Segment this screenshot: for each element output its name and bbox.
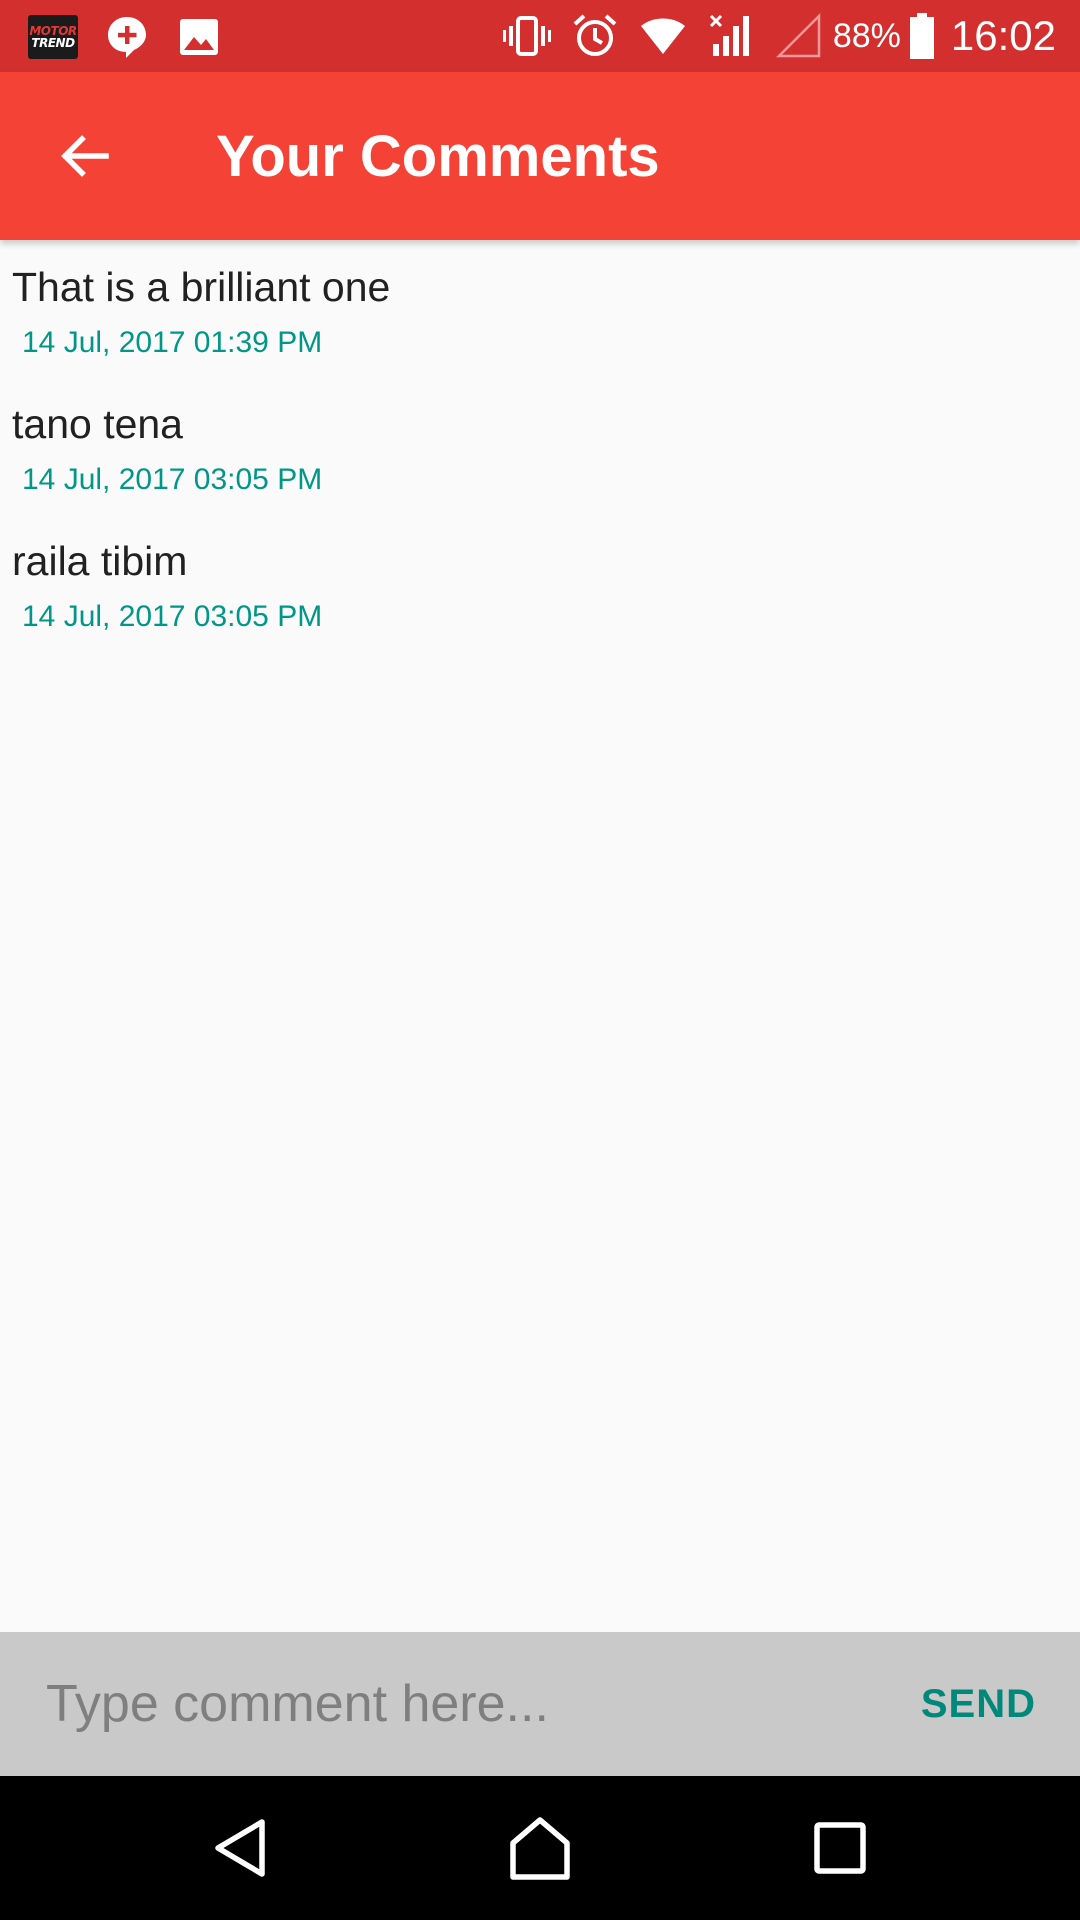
nav-home-button[interactable] <box>490 1798 590 1898</box>
battery-icon <box>909 13 934 59</box>
comment-item[interactable]: That is a brilliant one 14 Jul, 2017 01:… <box>0 240 1080 377</box>
app-bar: Your Comments <box>0 72 1080 240</box>
status-bar: MOTOR TREND 88% 16:02 <box>0 0 1080 72</box>
comment-date: 14 Jul, 2017 01:39 PM <box>22 326 323 359</box>
no-sim-signal-icon <box>775 12 821 58</box>
cell-signal-icon <box>709 14 749 56</box>
battery-percent: 88% <box>832 16 901 55</box>
image-icon <box>180 19 218 55</box>
comment-text: That is a brilliant one <box>12 264 391 310</box>
back-triangle-icon <box>215 1819 265 1877</box>
comment-item[interactable]: tano tena 14 Jul, 2017 03:05 PM <box>0 377 1080 514</box>
comment-date: 14 Jul, 2017 03:05 PM <box>22 463 323 496</box>
app-logo-line2: TREND <box>31 36 75 50</box>
comment-item[interactable]: raila tibim 14 Jul, 2017 03:05 PM <box>0 514 1080 651</box>
comment-text: raila tibim <box>12 538 188 584</box>
send-button[interactable]: SEND <box>921 1668 1036 1740</box>
comment-input[interactable] <box>44 1654 864 1754</box>
nav-back-button[interactable] <box>190 1798 290 1898</box>
message-plus-icon <box>108 17 146 58</box>
home-icon <box>510 1817 570 1880</box>
comment-list[interactable]: That is a brilliant one 14 Jul, 2017 01:… <box>0 240 1080 1632</box>
comment-text: tano tena <box>12 401 183 447</box>
comment-date: 14 Jul, 2017 03:05 PM <box>22 600 323 633</box>
arrow-back-icon <box>61 135 109 177</box>
clock: 16:02 <box>950 12 1056 59</box>
page-title: Your Comments <box>216 123 660 189</box>
nav-recents-button[interactable] <box>790 1798 890 1898</box>
status-right-group: 88% 16:02 <box>483 0 1056 72</box>
wifi-icon <box>640 18 685 54</box>
alarm-icon <box>573 14 617 56</box>
app-logo-icon: MOTOR TREND <box>28 15 78 59</box>
comment-input-bar: SEND <box>0 1632 1080 1776</box>
vibrate-icon <box>502 16 551 56</box>
navigation-bar <box>0 1776 1080 1920</box>
back-button[interactable] <box>40 112 128 200</box>
recents-icon <box>814 1822 866 1874</box>
